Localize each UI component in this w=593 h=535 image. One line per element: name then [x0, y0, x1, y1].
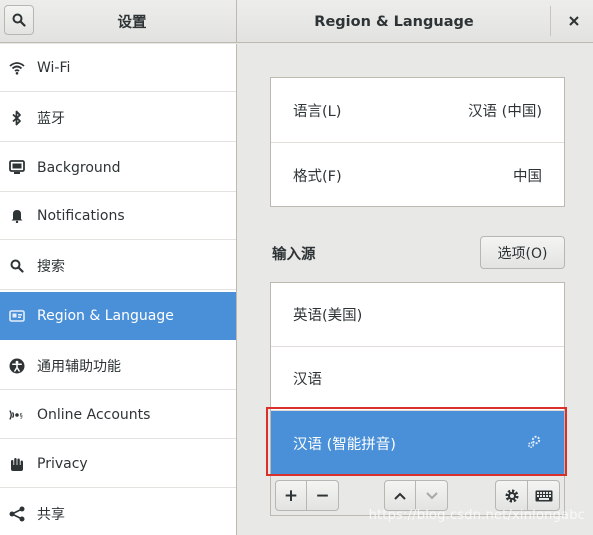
bluetooth-icon	[9, 110, 25, 126]
settings-title: 设置	[117, 15, 147, 31]
language-row[interactable]: 语言(L) 汉语 (中国)	[271, 78, 564, 142]
input-sources-title: 输入源	[272, 247, 316, 263]
input-source-label: 汉语	[293, 372, 322, 388]
close-button[interactable]	[560, 8, 588, 34]
sidebar-item-accessibility[interactable]: 通用辅助功能	[0, 342, 236, 390]
move-up-button[interactable]	[384, 480, 416, 511]
move-down-button[interactable]	[415, 480, 448, 511]
sidebar-item-label: 搜索	[37, 258, 65, 275]
sidebar-item-bluetooth[interactable]: 蓝牙	[0, 94, 236, 142]
sidebar-item-sharing[interactable]: 共享	[0, 490, 236, 535]
hand-icon	[9, 456, 25, 472]
background-icon	[9, 160, 25, 176]
highlight-box	[266, 407, 567, 476]
sidebar-item-wifi[interactable]: Wi-Fi	[0, 44, 236, 92]
sidebar-item-label: 蓝牙	[37, 110, 65, 127]
sidebar-item-online-accounts[interactable]: § Online Accounts	[0, 391, 236, 439]
format-value: 中国	[513, 168, 542, 185]
options-button[interactable]: 选项(O)	[480, 236, 565, 269]
header-separator	[550, 6, 551, 36]
share-icon	[9, 506, 25, 522]
format-label: 格式(F)	[293, 168, 342, 185]
remove-input-source-button[interactable]: −	[306, 480, 339, 511]
sidebar-item-label: Wi-Fi	[37, 59, 71, 76]
sidebar-item-label: 通用辅助功能	[37, 358, 121, 375]
header-left: 设置	[0, 0, 237, 43]
header-bar: 设置 Region & Language	[0, 0, 593, 43]
main-panel: 语言(L) 汉语 (中国) 格式(F) 中国 输入源 选项(O) 英语(美国) …	[238, 44, 593, 535]
add-input-source-button[interactable]: +	[275, 480, 307, 511]
online-accounts-icon: §	[9, 407, 25, 423]
format-row[interactable]: 格式(F) 中国	[271, 143, 564, 207]
chevron-up-icon	[394, 492, 406, 500]
chevron-down-icon	[425, 491, 438, 499]
language-value: 汉语 (中国)	[468, 103, 542, 120]
search-icon	[12, 13, 26, 27]
show-keyboard-layout-button[interactable]	[527, 480, 560, 511]
watermark: https://blog.csdn.net/xinlongabc	[368, 508, 585, 523]
sidebar-item-search[interactable]: 搜索	[0, 242, 236, 290]
gear-icon	[505, 489, 518, 502]
sidebar-item-label: Background	[37, 159, 121, 176]
add-icon: +	[283, 485, 299, 506]
svg-text:§: §	[20, 412, 23, 419]
sidebar: Wi-Fi 蓝牙 Background Notifications 搜索 Reg…	[0, 44, 237, 535]
accessibility-icon	[9, 358, 25, 374]
close-icon	[569, 16, 579, 26]
input-source-settings-button[interactable]	[495, 480, 528, 511]
input-source-item[interactable]: 汉语	[271, 347, 564, 410]
remove-icon: −	[315, 485, 330, 506]
sidebar-item-label: Online Accounts	[37, 406, 151, 423]
search-icon	[9, 258, 25, 274]
sidebar-item-label: Notifications	[37, 207, 125, 224]
sidebar-item-privacy[interactable]: Privacy	[0, 440, 236, 488]
bell-icon	[9, 208, 25, 224]
input-source-label: 英语(美国)	[293, 308, 363, 324]
language-label: 语言(L)	[293, 103, 342, 120]
input-source-item[interactable]: 英语(美国)	[271, 283, 564, 346]
keyboard-icon	[535, 490, 552, 501]
search-button[interactable]	[4, 5, 34, 35]
region-icon	[9, 308, 25, 324]
wifi-icon	[9, 60, 25, 76]
sidebar-item-region-language[interactable]: Region & Language	[0, 292, 236, 340]
language-format-frame: 语言(L) 汉语 (中国) 格式(F) 中国	[270, 77, 565, 207]
sidebar-item-notifications[interactable]: Notifications	[0, 192, 236, 240]
panel-title: Region & Language	[314, 13, 474, 30]
sidebar-item-label: 共享	[37, 507, 65, 523]
sidebar-item-label: Region & Language	[37, 307, 174, 324]
sidebar-item-background[interactable]: Background	[0, 144, 236, 192]
sidebar-item-label: Privacy	[37, 455, 88, 472]
